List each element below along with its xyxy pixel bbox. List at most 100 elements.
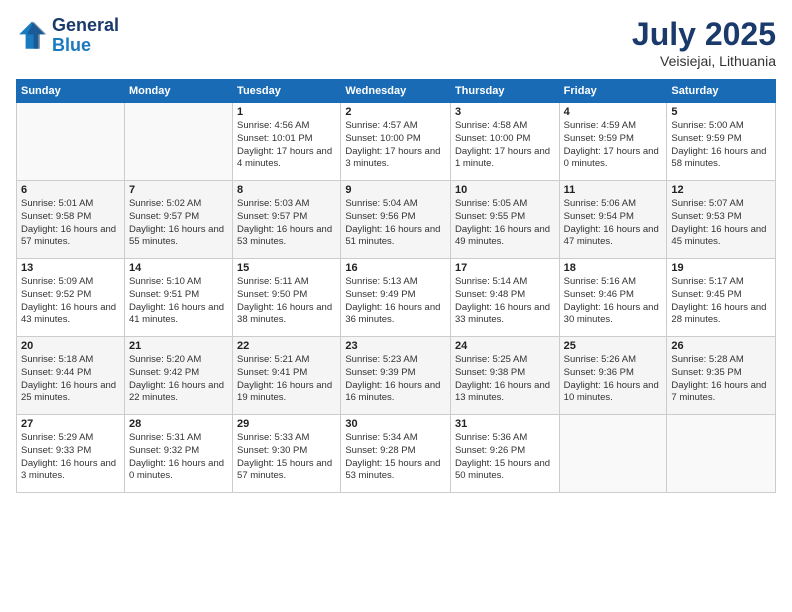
day-detail: Sunrise: 5:06 AM Sunset: 9:54 PM Dayligh… [564,198,663,249]
calendar-cell: 4Sunrise: 4:59 AM Sunset: 9:59 PM Daylig… [559,103,667,181]
calendar-cell: 31 Sunrise: 5:36 AM Sunset: 9:26 PM Dayli… [450,415,559,493]
calendar-cell: 8 Sunrise: 5:03 AM Sunset: 9:57 PM Daylig… [233,181,341,259]
weekday-header-sunday: Sunday [17,80,125,103]
location: Veisiejai, Lithuania [632,53,776,69]
logo: General Blue [16,16,119,56]
calendar-cell [17,103,125,181]
day-detail: Sunrise: 5:05 AM Sunset: 9:55 PM Dayligh… [455,198,555,249]
day-detail: Sunrise: 5:28 AM Sunset: 9:35 PM Dayligh… [671,354,771,405]
week-row-1: 1 Sunrise: 4:56 AM Sunset: 10:01 PM Dayli… [17,103,776,181]
day-detail: Sunrise: 5:34 AM Sunset: 9:28 PM Dayligh… [345,432,446,483]
calendar-cell: 24 Sunrise: 5:25 AM Sunset: 9:38 PM Dayli… [450,337,559,415]
day-detail: Sunrise: 4:57 AM Sunset: 10:00 PM Daylig… [345,120,446,171]
day-number: 31 [455,418,555,430]
day-number: 15 [237,262,336,274]
day-number: 16 [345,262,446,274]
day-number: 11 [564,184,663,196]
weekday-header-row: SundayMondayTuesdayWednesdayThursdayFrid… [17,80,776,103]
day-detail: Sunrise: 5:36 AM Sunset: 9:26 PM Dayligh… [455,432,555,483]
day-detail: Sunrise: 5:10 AM Sunset: 9:51 PM Dayligh… [129,276,228,327]
day-number: 17 [455,262,555,274]
weekday-header-thursday: Thursday [450,80,559,103]
calendar-cell: 7 Sunrise: 5:02 AM Sunset: 9:57 PM Daylig… [124,181,232,259]
calendar-cell: 13Sunrise: 5:09 AM Sunset: 9:52 PM Dayli… [17,259,125,337]
calendar-cell: 19 Sunrise: 5:17 AM Sunset: 9:45 PM Dayli… [667,259,776,337]
day-detail: Sunrise: 4:56 AM Sunset: 10:01 PM Daylig… [237,120,336,171]
day-detail: Sunrise: 5:31 AM Sunset: 9:32 PM Dayligh… [129,432,228,483]
day-detail: Sunrise: 5:26 AM Sunset: 9:36 PM Dayligh… [564,354,663,405]
day-detail: Sunrise: 5:00 AM Sunset: 9:59 PM Dayligh… [671,120,771,171]
day-number: 25 [564,340,663,352]
calendar-cell: 14 Sunrise: 5:10 AM Sunset: 9:51 PM Dayli… [124,259,232,337]
day-detail: Sunrise: 5:11 AM Sunset: 9:50 PM Dayligh… [237,276,336,327]
day-number: 18 [564,262,663,274]
day-number: 14 [129,262,228,274]
calendar-cell: 20 Sunrise: 5:18 AM Sunset: 9:44 PM Dayli… [17,337,125,415]
calendar-cell: 5 Sunrise: 5:00 AM Sunset: 9:59 PM Daylig… [667,103,776,181]
weekday-header-tuesday: Tuesday [233,80,341,103]
day-number: 26 [671,340,771,352]
day-detail: Sunrise: 5:16 AM Sunset: 9:46 PM Dayligh… [564,276,663,327]
day-detail: Sunrise: 5:17 AM Sunset: 9:45 PM Dayligh… [671,276,771,327]
day-detail: Sunrise: 5:07 AM Sunset: 9:53 PM Dayligh… [671,198,771,249]
day-number: 5 [671,106,771,118]
day-number: 24 [455,340,555,352]
calendar-cell: 2 Sunrise: 4:57 AM Sunset: 10:00 PM Dayli… [341,103,451,181]
month-year: July 2025 [632,16,776,53]
calendar-cell: 27Sunrise: 5:29 AM Sunset: 9:33 PM Dayli… [17,415,125,493]
logo-text: General Blue [52,16,119,56]
day-detail: Sunrise: 5:23 AM Sunset: 9:39 PM Dayligh… [345,354,446,405]
day-number: 19 [671,262,771,274]
day-number: 21 [129,340,228,352]
day-detail: Sunrise: 5:09 AM Sunset: 9:52 PM Dayligh… [21,276,120,327]
day-detail: Sunrise: 5:01 AM Sunset: 9:58 PM Dayligh… [21,198,120,249]
day-detail: Sunrise: 5:04 AM Sunset: 9:56 PM Dayligh… [345,198,446,249]
day-detail: Sunrise: 5:13 AM Sunset: 9:49 PM Dayligh… [345,276,446,327]
week-row-3: 13Sunrise: 5:09 AM Sunset: 9:52 PM Dayli… [17,259,776,337]
day-number: 29 [237,418,336,430]
day-detail: Sunrise: 5:02 AM Sunset: 9:57 PM Dayligh… [129,198,228,249]
day-detail: Sunrise: 5:21 AM Sunset: 9:41 PM Dayligh… [237,354,336,405]
day-number: 28 [129,418,228,430]
calendar-cell: 11 Sunrise: 5:06 AM Sunset: 9:54 PM Dayli… [559,181,667,259]
day-detail: Sunrise: 5:03 AM Sunset: 9:57 PM Dayligh… [237,198,336,249]
day-number: 8 [237,184,336,196]
day-number: 2 [345,106,446,118]
calendar-cell [667,415,776,493]
calendar-cell: 26 Sunrise: 5:28 AM Sunset: 9:35 PM Dayli… [667,337,776,415]
day-number: 12 [671,184,771,196]
calendar-cell [559,415,667,493]
week-row-2: 6 Sunrise: 5:01 AM Sunset: 9:58 PM Daylig… [17,181,776,259]
day-number: 6 [21,184,120,196]
day-number: 9 [345,184,446,196]
calendar-cell: 9 Sunrise: 5:04 AM Sunset: 9:56 PM Daylig… [341,181,451,259]
day-number: 3 [455,106,555,118]
day-detail: Sunrise: 4:59 AM Sunset: 9:59 PM Dayligh… [564,120,663,171]
weekday-header-wednesday: Wednesday [341,80,451,103]
calendar-cell: 22 Sunrise: 5:21 AM Sunset: 9:41 PM Dayli… [233,337,341,415]
day-number: 30 [345,418,446,430]
day-number: 23 [345,340,446,352]
week-row-5: 27Sunrise: 5:29 AM Sunset: 9:33 PM Dayli… [17,415,776,493]
calendar-cell: 21Sunrise: 5:20 AM Sunset: 9:42 PM Dayli… [124,337,232,415]
calendar-cell: 6 Sunrise: 5:01 AM Sunset: 9:58 PM Daylig… [17,181,125,259]
calendar-cell: 23 Sunrise: 5:23 AM Sunset: 9:39 PM Dayli… [341,337,451,415]
day-number: 22 [237,340,336,352]
day-number: 7 [129,184,228,196]
calendar-cell: 10Sunrise: 5:05 AM Sunset: 9:55 PM Dayli… [450,181,559,259]
logo-icon [16,20,48,52]
calendar-cell: 28 Sunrise: 5:31 AM Sunset: 9:32 PM Dayli… [124,415,232,493]
calendar-cell: 3Sunrise: 4:58 AM Sunset: 10:00 PM Dayli… [450,103,559,181]
calendar-cell: 25 Sunrise: 5:26 AM Sunset: 9:36 PM Dayli… [559,337,667,415]
calendar-cell: 17Sunrise: 5:14 AM Sunset: 9:48 PM Dayli… [450,259,559,337]
calendar-cell: 30 Sunrise: 5:34 AM Sunset: 9:28 PM Dayli… [341,415,451,493]
day-number: 20 [21,340,120,352]
day-detail: Sunrise: 5:18 AM Sunset: 9:44 PM Dayligh… [21,354,120,405]
weekday-header-monday: Monday [124,80,232,103]
calendar-cell: 29Sunrise: 5:33 AM Sunset: 9:30 PM Dayli… [233,415,341,493]
page: General Blue July 2025 Veisiejai, Lithua… [0,0,792,612]
day-number: 1 [237,106,336,118]
calendar-table: SundayMondayTuesdayWednesdayThursdayFrid… [16,79,776,493]
calendar-cell: 18 Sunrise: 5:16 AM Sunset: 9:46 PM Dayli… [559,259,667,337]
day-detail: Sunrise: 5:25 AM Sunset: 9:38 PM Dayligh… [455,354,555,405]
